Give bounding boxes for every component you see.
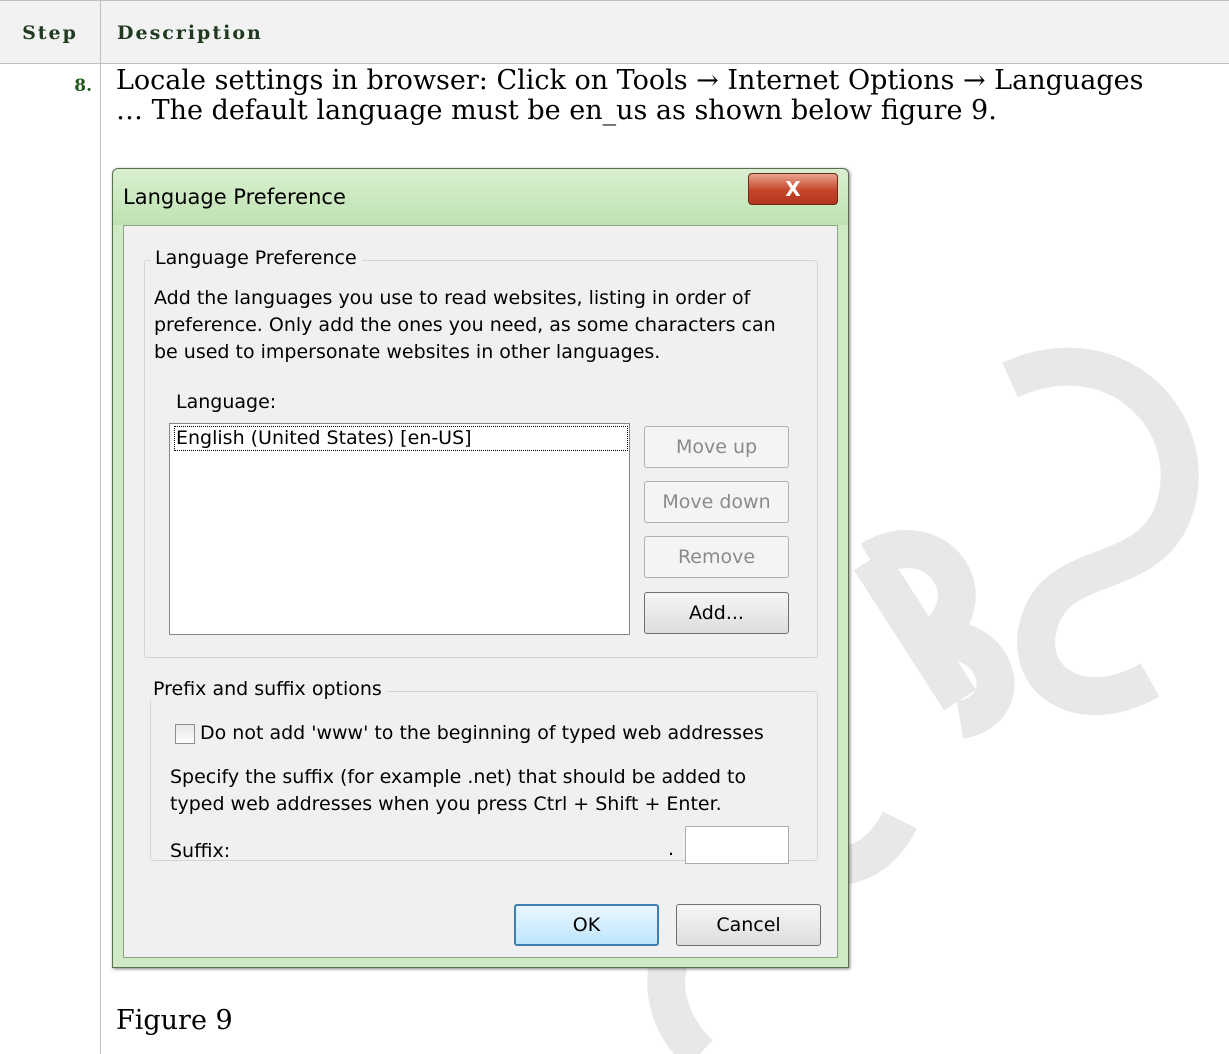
remove-button[interactable]: Remove [644,536,789,578]
cancel-button[interactable]: Cancel [676,904,821,946]
close-icon: X [785,177,801,201]
header-step: Step [22,22,78,44]
document-table: Step Description 8. Locale settings in b… [0,0,1229,1054]
language-help-line-3: be used to impersonate websites in other… [154,341,661,363]
suffix-label: Suffix: [170,840,231,862]
language-preference-dialog: Language Preference X Language Preferenc… [112,168,849,968]
add-button[interactable]: Add... [644,592,789,634]
language-preference-group: Language Preference Add the languages yo… [144,247,818,658]
header-description: Description [117,22,263,44]
move-down-button[interactable]: Move down [644,481,789,523]
no-www-checkbox[interactable] [175,724,195,744]
step-number: 8. [74,76,92,96]
language-group-title: Language Preference [150,247,362,269]
language-list-label: Language: [176,391,277,413]
suffix-dot: . [668,838,675,860]
step-description: Locale settings in browser: Click on Too… [116,66,1206,126]
language-list-item[interactable]: English (United States) [en-US] [174,426,628,451]
figure-caption: Figure 9 [116,1005,233,1036]
close-button[interactable]: X [748,173,838,205]
no-www-checkbox-label[interactable]: Do not add 'www' to the beginning of typ… [200,720,764,747]
language-listbox[interactable]: English (United States) [en-US] [169,423,630,635]
suffix-help-line-1: Specify the suffix (for example .net) th… [170,766,747,788]
prefix-suffix-group: Prefix and suffix options Do not add 'ww… [148,678,818,864]
language-help-line-2: preference. Only add the ones you need, … [154,314,776,336]
dialog-titlebar[interactable]: Language Preference X [113,169,848,225]
dialog-title: Language Preference [123,185,346,209]
dialog-client-area: Language Preference Add the languages yo… [123,225,838,958]
description-line-1: Locale settings in browser: Click on Too… [116,65,1144,96]
description-line-2: … The default language must be en_us as … [116,95,997,126]
suffix-help-line-2: typed web addresses when you press Ctrl … [170,793,722,815]
suffix-input[interactable] [685,826,789,864]
ok-button[interactable]: OK [514,904,659,946]
move-up-button[interactable]: Move up [644,426,789,468]
column-divider [100,0,101,1054]
language-help-line-1: Add the languages you use to read websit… [154,287,751,309]
table-header-row: Step Description [0,0,1229,64]
prefix-group-title: Prefix and suffix options [148,678,387,700]
